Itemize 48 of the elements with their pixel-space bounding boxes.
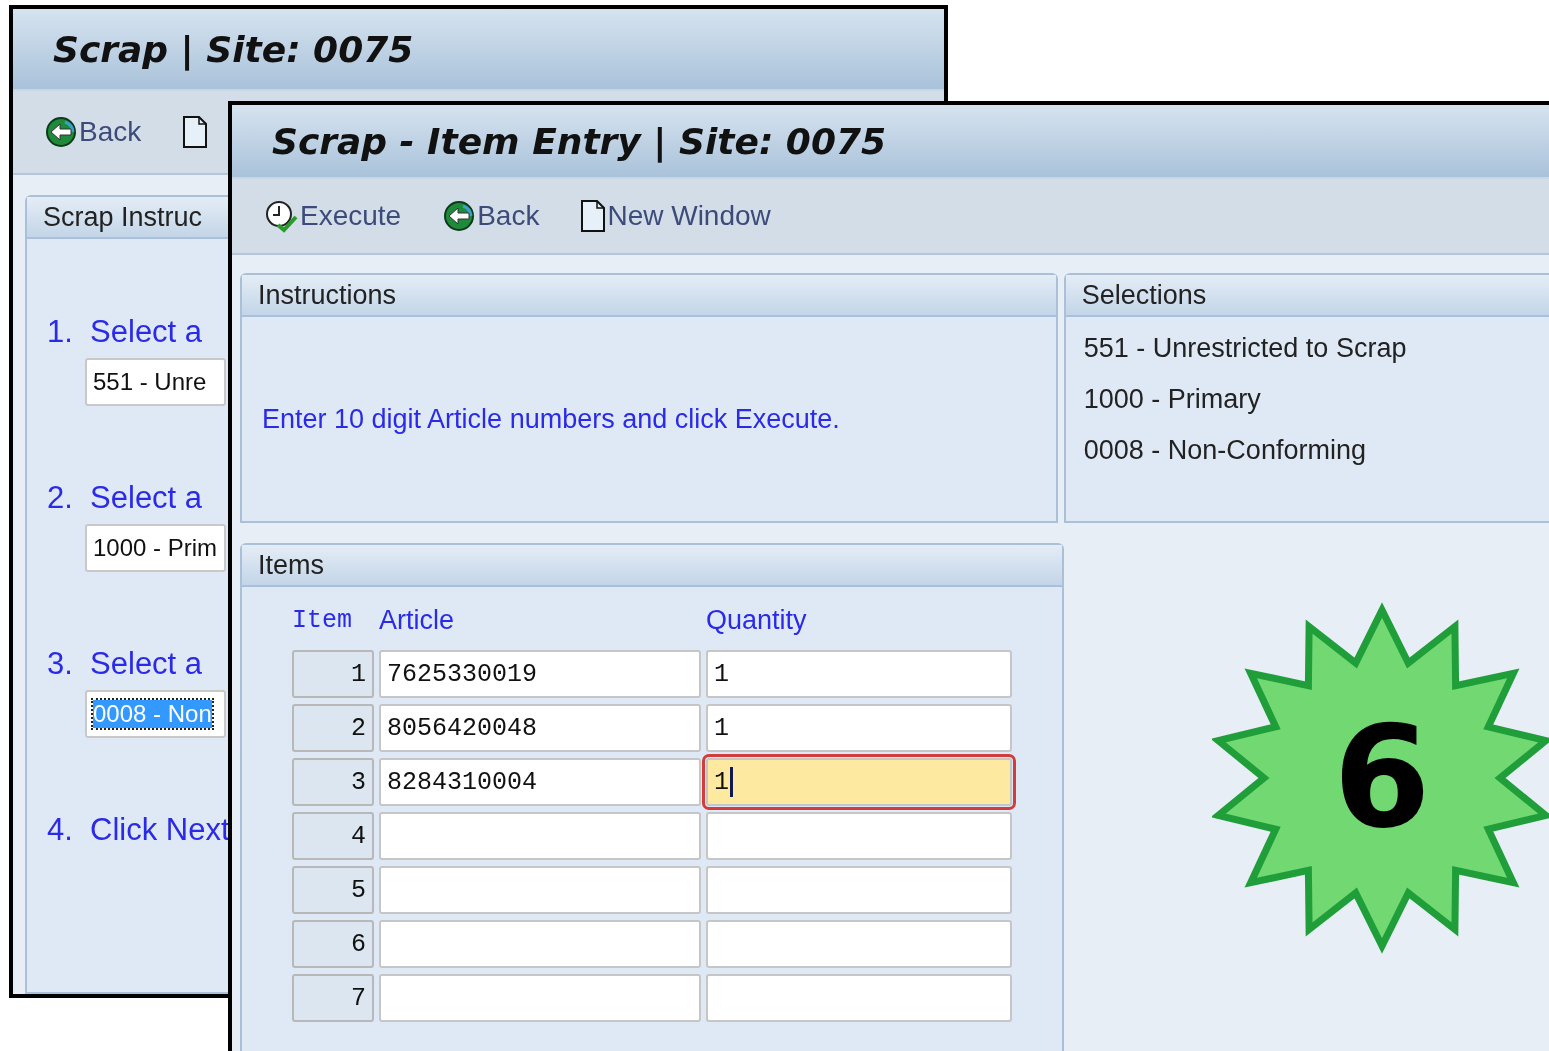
window-title: Scrap | Site: 0075	[53, 28, 414, 70]
article-input[interactable]: 8284310004	[379, 758, 701, 806]
panel-title: Items	[242, 545, 1062, 587]
row-number: 5	[292, 866, 374, 914]
column-header: Item	[292, 606, 353, 637]
execute-button[interactable]: Execute	[264, 199, 402, 234]
new-window-button[interactable]: New Window	[581, 200, 771, 233]
text-cursor	[730, 767, 733, 797]
dropdown-field[interactable]: 1000 - Prim	[85, 524, 226, 572]
article-input[interactable]: 8056420048	[379, 704, 701, 752]
back-button[interactable]: Back	[443, 200, 540, 233]
article-input[interactable]	[379, 812, 701, 860]
row-number: 6	[292, 920, 374, 968]
row-number: 2	[292, 704, 374, 752]
dropdown-field[interactable]: 551 - Unre	[85, 358, 226, 406]
step-label: 4. Click Next	[47, 812, 230, 848]
article-input[interactable]: 7625330019	[379, 650, 701, 698]
article-input[interactable]	[379, 866, 701, 914]
selection-text: 0008 - Non-Conforming	[1083, 435, 1367, 466]
column-header: Article	[379, 605, 455, 637]
toolbar-button[interactable]	[183, 116, 208, 148]
row-number: 4	[292, 812, 374, 860]
column-header: Quantity	[706, 605, 808, 637]
panel-title: Selections	[1065, 275, 1549, 317]
row-number: 1	[292, 650, 374, 698]
selection-text: 1000 - Primary	[1083, 384, 1262, 415]
quantity-input[interactable]	[706, 866, 1012, 914]
row-number: 3	[292, 758, 374, 806]
step-label: 1. Select a	[47, 314, 203, 350]
quantity-input[interactable]: 1	[706, 704, 1012, 752]
instruction-text: Enter 10 digit Article numbers and click Execute.	[262, 403, 840, 435]
page-icon	[581, 200, 606, 233]
row-number: 7	[292, 974, 374, 1022]
badge-number: 6	[1333, 708, 1431, 848]
clock-check-icon	[264, 199, 298, 234]
selection-text: 551 - Unrestricted to Scrap	[1083, 333, 1408, 364]
article-input[interactable]	[379, 974, 701, 1022]
back-button[interactable]: Back	[45, 116, 142, 148]
article-input[interactable]	[379, 920, 701, 968]
step-label: 2. Select a	[47, 480, 203, 516]
quantity-input[interactable]	[706, 974, 1012, 1022]
step-label: 3. Select a	[47, 646, 203, 682]
window-title: Scrap - Item Entry | Site: 0075	[272, 120, 887, 162]
panel-title: Instructions	[242, 275, 1056, 317]
quantity-input[interactable]	[706, 812, 1012, 860]
quantity-input[interactable]: 1	[706, 650, 1012, 698]
page-icon	[183, 116, 208, 148]
quantity-input[interactable]	[706, 920, 1012, 968]
